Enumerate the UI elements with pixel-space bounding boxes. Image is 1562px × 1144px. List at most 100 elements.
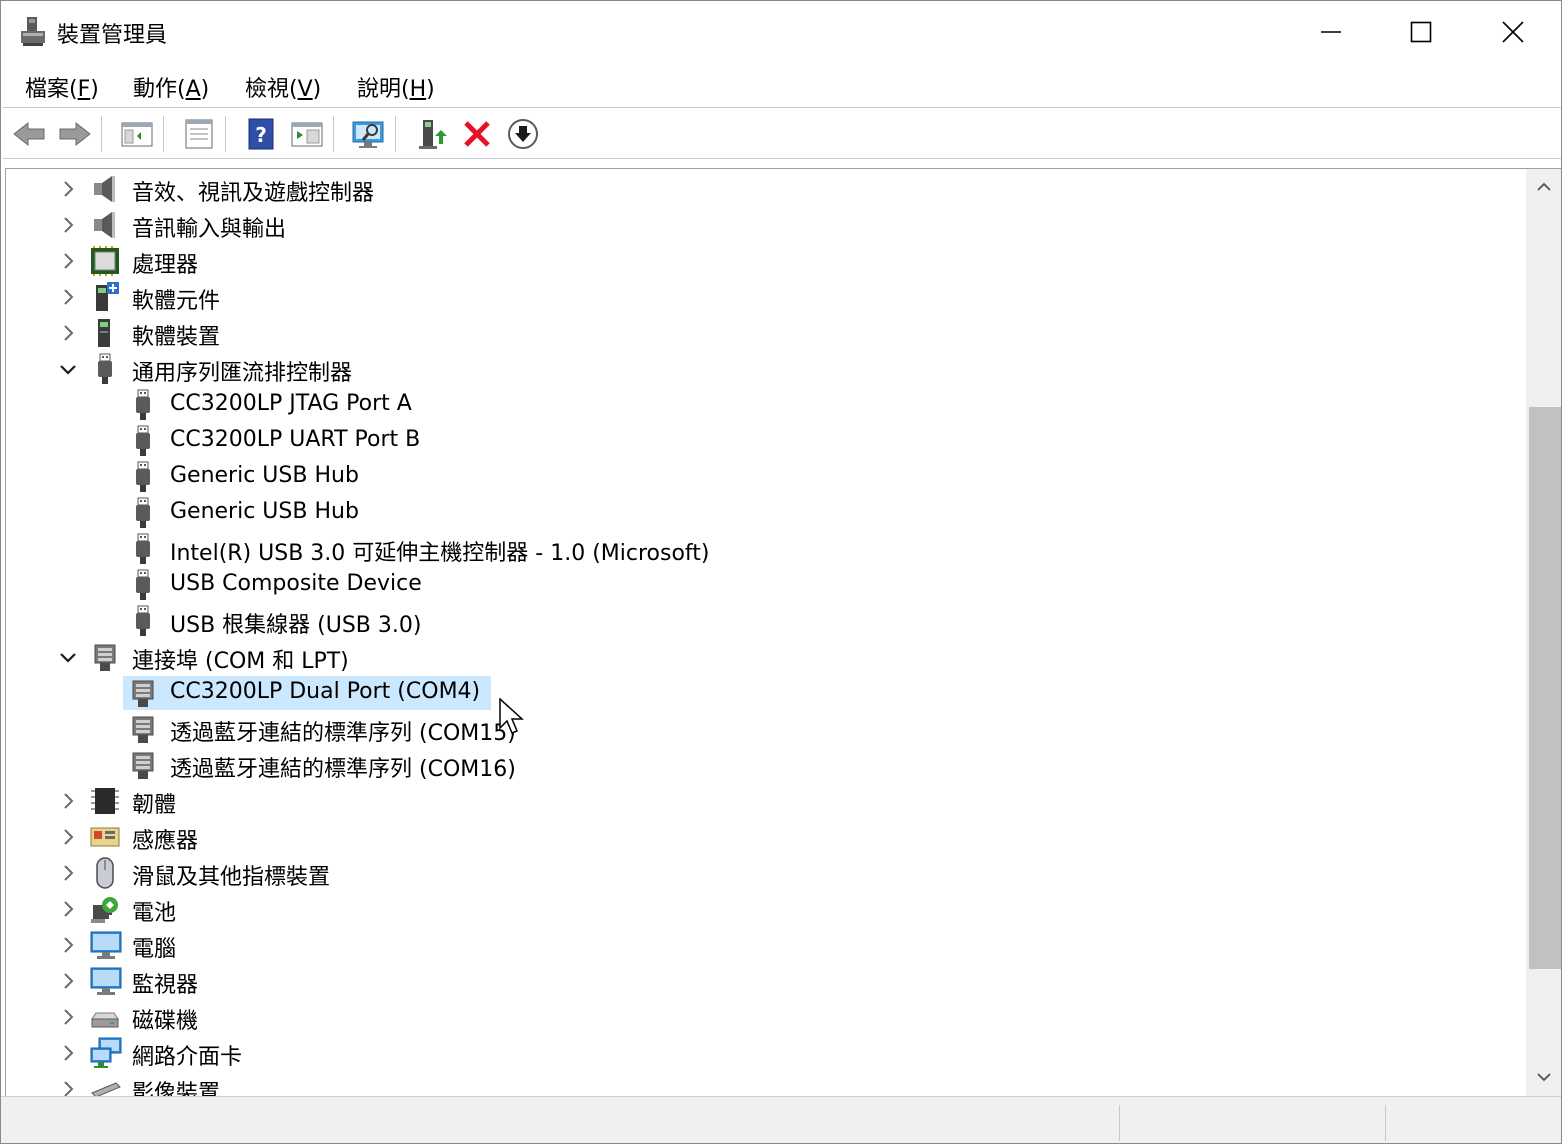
tree-category-item[interactable]: 處理器 <box>6 243 1506 279</box>
tree-category-item[interactable]: 音效、視訊及遊戲控制器 <box>6 171 1506 207</box>
menu-view-end: ) <box>312 77 322 102</box>
scroll-up-chevron-icon[interactable] <box>1534 177 1554 197</box>
update-driver-icon[interactable] <box>413 116 449 152</box>
chevron-down-icon[interactable] <box>58 359 78 379</box>
tree-child-item[interactable]: Generic USB Hub <box>6 459 1506 495</box>
network-adapter-icon <box>90 1037 122 1069</box>
processor-chip-icon <box>90 245 120 277</box>
menu-help[interactable]: 說明(H) <box>355 69 437 105</box>
tree-child-item[interactable]: USB Composite Device <box>6 567 1506 603</box>
chevron-right-icon[interactable] <box>58 251 78 271</box>
title-bar[interactable]: 裝置管理員 <box>1 1 1561 63</box>
computer-monitor-icon <box>90 965 122 997</box>
tree-item-label: 音效、視訊及遊戲控制器 <box>132 181 375 206</box>
tree-item-label: CC3200LP UART Port B <box>170 427 421 452</box>
menu-view-label: 檢視( <box>245 77 298 102</box>
menu-help-label: 說明( <box>357 77 410 102</box>
status-bar-divider <box>1119 1105 1120 1141</box>
uninstall-icon[interactable] <box>459 116 495 152</box>
tree-child-item[interactable]: CC3200LP UART Port B <box>6 423 1506 459</box>
tree-child-item[interactable]: CC3200LP JTAG Port A <box>6 387 1506 423</box>
tree-category-item[interactable]: 監視器 <box>6 963 1506 999</box>
chevron-right-icon[interactable] <box>58 935 78 955</box>
menu-file-accel: F <box>77 77 91 102</box>
tree-item-label: 磁碟機 <box>132 1009 199 1034</box>
device-tree[interactable]: 音效、視訊及遊戲控制器 音訊輸入與輸出 處理器 軟體元件 軟體裝置 通用序列匯流排控制器 C… <box>6 169 1522 1096</box>
chevron-right-icon[interactable] <box>58 215 78 235</box>
tree-category-item[interactable]: 網路介面卡 <box>6 1035 1506 1071</box>
usb-connector-icon <box>128 497 158 529</box>
menu-view-accel: V <box>297 77 313 102</box>
tree-item-label: Generic USB Hub <box>170 499 359 524</box>
minimize-button[interactable] <box>1285 1 1377 63</box>
tree-child-item[interactable]: Intel(R) USB 3.0 可延伸主機控制器 - 1.0 (Microso… <box>6 531 1506 567</box>
tree-category-item[interactable]: 音訊輸入與輸出 <box>6 207 1506 243</box>
usb-connector-icon <box>128 425 158 457</box>
chevron-right-icon[interactable] <box>58 863 78 883</box>
download-icon[interactable] <box>505 116 541 152</box>
battery-icon <box>90 893 120 925</box>
help-icon[interactable]: ? <box>243 116 279 152</box>
tree-item-label: 透過藍牙連結的標準序列 (COM15) <box>170 721 516 746</box>
tree-item-label: 軟體元件 <box>132 289 221 314</box>
chevron-right-icon[interactable] <box>58 179 78 199</box>
menu-action-end: ) <box>200 77 210 102</box>
tree-child-item[interactable]: CC3200LP Dual Port (COM4) <box>6 675 1506 711</box>
run-icon[interactable] <box>289 116 325 152</box>
tree-category-item[interactable]: 電腦 <box>6 927 1506 963</box>
menu-view[interactable]: 檢視(V) <box>243 69 323 105</box>
chevron-down-icon[interactable] <box>58 647 78 667</box>
tree-category-item[interactable]: 滑鼠及其他指標裝置 <box>6 855 1506 891</box>
tree-item-label: 軟體裝置 <box>132 325 221 350</box>
chevron-right-icon[interactable] <box>58 323 78 343</box>
chevron-right-icon[interactable] <box>58 791 78 811</box>
scroll-down-chevron-icon[interactable] <box>1534 1067 1554 1087</box>
toolbar-separator <box>333 116 334 152</box>
vertical-scrollbar[interactable] <box>1526 169 1561 1096</box>
tree-child-item[interactable]: Generic USB Hub <box>6 495 1506 531</box>
tree-category-item[interactable]: 通用序列匯流排控制器 <box>6 351 1506 387</box>
menu-file[interactable]: 檔案(F) <box>23 69 101 105</box>
tree-category-item[interactable]: 電池 <box>6 891 1506 927</box>
show-hide-console-tree-icon[interactable] <box>119 116 155 152</box>
chevron-right-icon[interactable] <box>58 971 78 991</box>
tree-category-item[interactable]: 軟體元件 <box>6 279 1506 315</box>
disk-drive-icon <box>90 1001 120 1033</box>
tree-child-item[interactable]: 透過藍牙連結的標準序列 (COM16) <box>6 747 1506 783</box>
chevron-right-icon[interactable] <box>58 287 78 307</box>
chevron-right-icon[interactable] <box>58 1043 78 1063</box>
tree-child-item[interactable]: 透過藍牙連結的標準序列 (COM15) <box>6 711 1506 747</box>
sensor-icon <box>90 821 120 853</box>
chevron-right-icon[interactable] <box>58 1079 78 1096</box>
menu-action[interactable]: 動作(A) <box>131 69 211 105</box>
mouse-icon <box>90 857 120 889</box>
tree-category-item[interactable]: 連接埠 (COM 和 LPT) <box>6 639 1506 675</box>
tree-category-item[interactable]: 感應器 <box>6 819 1506 855</box>
maximize-button[interactable] <box>1375 1 1467 63</box>
tree-item-label: USB Composite Device <box>170 571 422 596</box>
tree-item-label: CC3200LP Dual Port (COM4) <box>170 679 481 704</box>
chevron-right-icon[interactable] <box>58 827 78 847</box>
scan-hardware-icon[interactable] <box>351 116 387 152</box>
tree-item-label: 音訊輸入與輸出 <box>132 217 287 242</box>
tree-item-label: 通用序列匯流排控制器 <box>132 361 353 386</box>
mouse-pointer-icon <box>499 697 525 738</box>
tree-item-label: 處理器 <box>132 253 199 278</box>
chevron-right-icon[interactable] <box>58 1007 78 1027</box>
forward-arrow-icon[interactable] <box>57 116 93 152</box>
close-button[interactable] <box>1467 1 1559 63</box>
speaker-icon <box>90 209 120 241</box>
tree-item-label: Intel(R) USB 3.0 可延伸主機控制器 - 1.0 (Microso… <box>170 541 710 566</box>
properties-icon[interactable] <box>181 116 217 152</box>
back-arrow-icon[interactable] <box>11 116 47 152</box>
tree-category-item[interactable]: 韌體 <box>6 783 1506 819</box>
menu-file-end: ) <box>90 77 99 102</box>
tree-category-item[interactable]: 軟體裝置 <box>6 315 1506 351</box>
tree-category-item[interactable]: 影像裝置 <box>6 1071 1506 1096</box>
scrollbar-thumb[interactable] <box>1529 407 1561 969</box>
tree-category-item[interactable]: 磁碟機 <box>6 999 1506 1035</box>
menu-bar: 檔案(F) 動作(A) 檢視(V) 說明(H) <box>1 63 1561 107</box>
chevron-right-icon[interactable] <box>58 899 78 919</box>
tree-child-item[interactable]: USB 根集線器 (USB 3.0) <box>6 603 1506 639</box>
menu-action-accel: A <box>185 77 201 102</box>
